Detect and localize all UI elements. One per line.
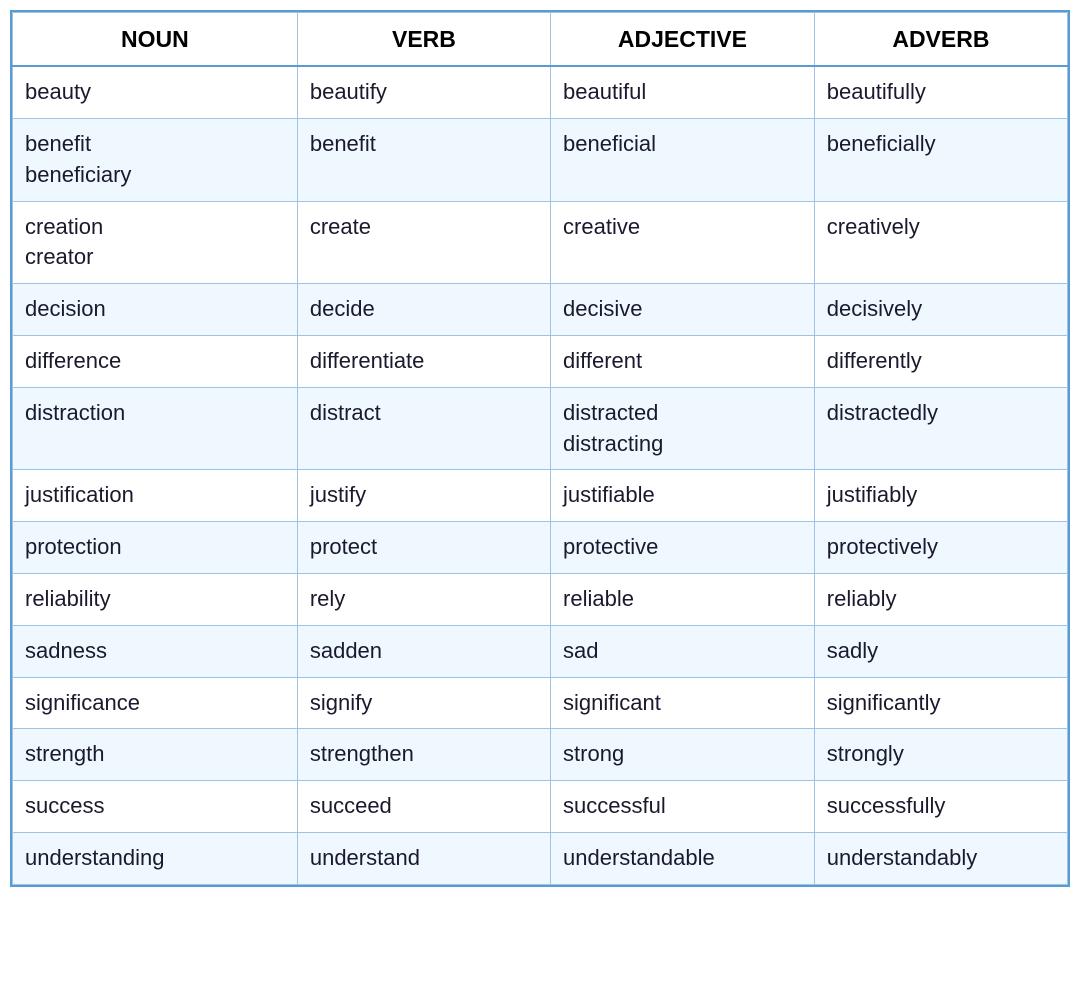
cell-verb: decide [297, 284, 550, 336]
cell-verb: create [297, 201, 550, 284]
cell-adverb: successfully [814, 781, 1067, 833]
cell-noun: decision [13, 284, 298, 336]
table-row: distractiondistractdistracteddistracting… [13, 387, 1068, 470]
table-row: creationcreatorcreatecreativecreatively [13, 201, 1068, 284]
cell-adverb: beneficially [814, 118, 1067, 201]
cell-adjective: significant [551, 677, 815, 729]
cell-adjective: protective [551, 522, 815, 574]
cell-verb: succeed [297, 781, 550, 833]
cell-adverb: understandably [814, 832, 1067, 884]
cell-adjective: sad [551, 625, 815, 677]
cell-verb: signify [297, 677, 550, 729]
table-row: understandingunderstandunderstandableund… [13, 832, 1068, 884]
cell-noun: protection [13, 522, 298, 574]
cell-adverb: strongly [814, 729, 1067, 781]
cell-adverb: decisively [814, 284, 1067, 336]
table-row: differencedifferentiatedifferentdifferen… [13, 335, 1068, 387]
cell-noun: strength [13, 729, 298, 781]
cell-adverb: justifiably [814, 470, 1067, 522]
cell-adjective: creative [551, 201, 815, 284]
cell-noun: understanding [13, 832, 298, 884]
cell-verb: sadden [297, 625, 550, 677]
cell-verb: differentiate [297, 335, 550, 387]
cell-verb: strengthen [297, 729, 550, 781]
table-row: justificationjustifyjustifiablejustifiab… [13, 470, 1068, 522]
cell-verb: rely [297, 573, 550, 625]
table-row: significancesignifysignificantsignifican… [13, 677, 1068, 729]
cell-verb: benefit [297, 118, 550, 201]
cell-adjective: successful [551, 781, 815, 833]
cell-adverb: creatively [814, 201, 1067, 284]
cell-noun: justification [13, 470, 298, 522]
header-adjective: ADJECTIVE [551, 13, 815, 67]
header-adverb: ADVERB [814, 13, 1067, 67]
table-row: successsucceedsuccessfulsuccessfully [13, 781, 1068, 833]
cell-adverb: protectively [814, 522, 1067, 574]
cell-adjective: strong [551, 729, 815, 781]
table-row: decisiondecidedecisivedecisively [13, 284, 1068, 336]
word-forms-table: NOUN VERB ADJECTIVE ADVERB beautybeautif… [10, 10, 1070, 887]
cell-adjective: beneficial [551, 118, 815, 201]
cell-verb: beautify [297, 66, 550, 118]
cell-noun: distraction [13, 387, 298, 470]
table-row: protectionprotectprotectiveprotectively [13, 522, 1068, 574]
cell-noun: benefitbeneficiary [13, 118, 298, 201]
cell-noun: creationcreator [13, 201, 298, 284]
cell-noun: success [13, 781, 298, 833]
table-row: sadnesssaddensadsadly [13, 625, 1068, 677]
cell-adjective: decisive [551, 284, 815, 336]
cell-adjective: reliable [551, 573, 815, 625]
cell-verb: justify [297, 470, 550, 522]
cell-noun: significance [13, 677, 298, 729]
cell-adverb: significantly [814, 677, 1067, 729]
cell-adverb: reliably [814, 573, 1067, 625]
cell-adjective: different [551, 335, 815, 387]
cell-adjective: justifiable [551, 470, 815, 522]
table-row: benefitbeneficiarybenefitbeneficialbenef… [13, 118, 1068, 201]
cell-noun: beauty [13, 66, 298, 118]
cell-adverb: sadly [814, 625, 1067, 677]
cell-verb: understand [297, 832, 550, 884]
cell-verb: distract [297, 387, 550, 470]
cell-noun: difference [13, 335, 298, 387]
table-row: reliabilityrelyreliablereliably [13, 573, 1068, 625]
cell-adverb: differently [814, 335, 1067, 387]
cell-adjective: beautiful [551, 66, 815, 118]
header-verb: VERB [297, 13, 550, 67]
cell-adjective: understandable [551, 832, 815, 884]
cell-verb: protect [297, 522, 550, 574]
table-row: beautybeautifybeautifulbeautifully [13, 66, 1068, 118]
table-row: strengthstrengthenstrongstrongly [13, 729, 1068, 781]
header-noun: NOUN [13, 13, 298, 67]
cell-noun: sadness [13, 625, 298, 677]
cell-adjective: distracteddistracting [551, 387, 815, 470]
cell-adverb: beautifully [814, 66, 1067, 118]
cell-noun: reliability [13, 573, 298, 625]
cell-adverb: distractedly [814, 387, 1067, 470]
